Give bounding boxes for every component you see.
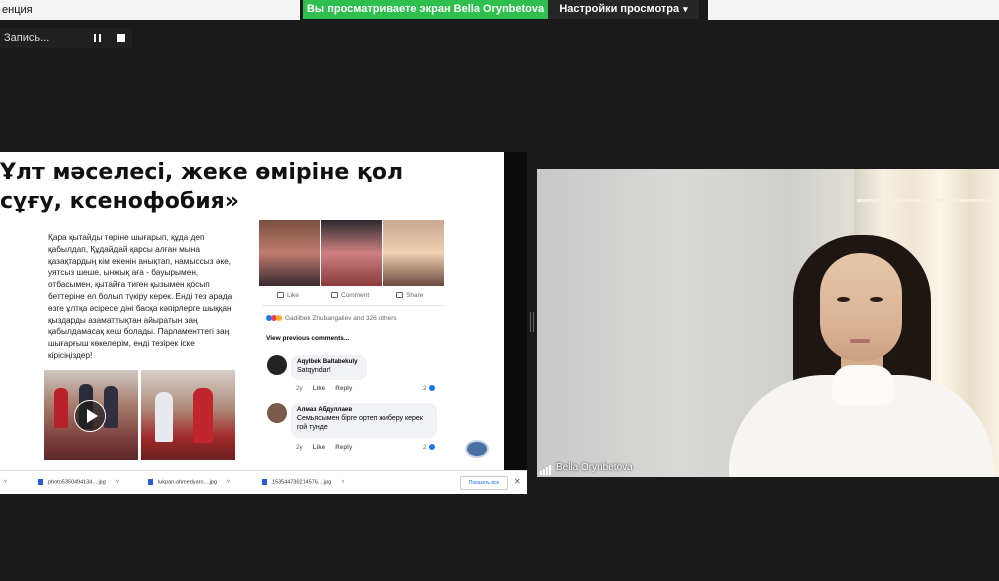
window-top-strip — [708, 0, 999, 20]
file-icon — [148, 479, 153, 485]
comment-reaction-count: 2 — [423, 444, 435, 451]
participant-name-label: Bella Orynbetova — [540, 461, 633, 475]
split-view-handle[interactable] — [530, 312, 534, 332]
comment-meta: 2y Like Reply — [296, 385, 353, 392]
recording-indicator: Запись... — [0, 28, 132, 48]
comment-button[interactable]: Comment — [331, 292, 369, 299]
file-icon — [262, 479, 267, 485]
comment-bubble: Aqylbek Baltabekuly Satqyndar! — [291, 355, 367, 380]
facebook-photo-grid — [259, 220, 445, 286]
play-icon[interactable] — [74, 400, 106, 432]
comment-text: Семьясымен бірге ортеп жиберу керек гой … — [297, 415, 423, 431]
comment-bubble: Алмаз Абдуллаев Семьясымен бірге ортеп ж… — [291, 403, 437, 438]
avatar[interactable] — [267, 403, 287, 423]
shared-screen: Ұлт мәселесі, жеке өміріне қол сұғу, ксе… — [0, 152, 527, 494]
comment-like-link[interactable]: Like — [313, 385, 326, 392]
chevron-down-icon: ▾ — [683, 4, 688, 14]
thumbs-up-icon — [277, 292, 284, 299]
chevron-down-icon[interactable]: ˅ — [116, 479, 119, 485]
comment-text: Satqyndar! — [297, 367, 331, 374]
downloads-bar: ˅ photo5350494134....jpg ˅ lukpan-ahmedya… — [0, 470, 527, 494]
participant-face — [820, 253, 902, 361]
video-thumbnail[interactable] — [44, 370, 138, 460]
view-settings-label: Настройки просмотра — [559, 3, 680, 15]
participant-video[interactable]: Bella Orynbetova — [537, 169, 999, 477]
comment-reply-link[interactable]: Reply — [335, 444, 352, 451]
divider — [262, 305, 445, 306]
facebook-photo[interactable] — [259, 220, 320, 286]
reactions-summary[interactable]: Gadilbek Zhubangaliev and 326 others — [266, 315, 397, 322]
screen-share-banner: Вы просматриваете экран Bella Orynbetova — [303, 0, 548, 19]
view-previous-comments-link[interactable]: View previous comments... — [266, 335, 349, 342]
download-item[interactable]: lukpan-ahmedyaro....jpg ˅ — [148, 479, 230, 485]
share-button[interactable]: Share — [396, 292, 423, 299]
like-reaction-icon — [428, 444, 435, 451]
chevron-down-icon[interactable]: ˅ — [4, 479, 7, 485]
comment-author[interactable]: Алмаз Абдуллаев — [297, 406, 431, 414]
top-bar: енция Вы просматриваете экран Bella Oryn… — [0, 0, 999, 20]
comment-like-link[interactable]: Like — [313, 444, 326, 451]
like-reaction-icon — [428, 385, 435, 392]
comment-author[interactable]: Aqylbek Baltabekuly — [297, 358, 361, 366]
comment-reaction-count: 2 — [423, 385, 435, 392]
like-button[interactable]: Like — [277, 292, 299, 299]
download-item[interactable]: 153544730214576....jpg ˅ — [262, 479, 345, 485]
chevron-down-icon[interactable]: ˅ — [227, 479, 230, 485]
download-item[interactable]: ˅ — [0, 479, 7, 485]
scrollbar[interactable] — [504, 152, 527, 470]
pause-icon[interactable] — [94, 34, 102, 42]
photo-thumbnail — [141, 370, 235, 460]
signal-strength-icon — [540, 461, 552, 475]
comment-reply-link[interactable]: Reply — [335, 385, 352, 392]
avatar[interactable] — [267, 355, 287, 375]
show-all-downloads-button[interactable]: Показать все — [460, 476, 508, 490]
view-settings-button[interactable]: Настройки просмотра ▾ — [548, 0, 699, 19]
download-item[interactable]: photo5350494134....jpg ˅ — [38, 479, 119, 485]
slide-title: Ұлт мәселесі, жеке өміріне қол сұғу, ксе… — [0, 160, 404, 214]
facebook-photo[interactable] — [321, 220, 382, 286]
stop-icon[interactable] — [117, 34, 125, 42]
chevron-down-icon[interactable]: ˅ — [341, 479, 344, 485]
file-icon — [38, 479, 43, 485]
haha-reaction-icon — [276, 315, 282, 322]
recording-label: Запись... — [4, 32, 50, 44]
slide-body-text: Қара қытайды төріне шығарып, құда деп қа… — [48, 232, 233, 360]
window-title: енция — [0, 0, 300, 20]
share-icon — [396, 292, 403, 299]
comment-icon — [331, 292, 338, 299]
messenger-chat-icon[interactable] — [465, 440, 489, 458]
comment-meta: 2y Like Reply — [296, 444, 353, 451]
close-icon[interactable]: ✕ — [514, 477, 521, 486]
facebook-photo[interactable] — [383, 220, 444, 286]
